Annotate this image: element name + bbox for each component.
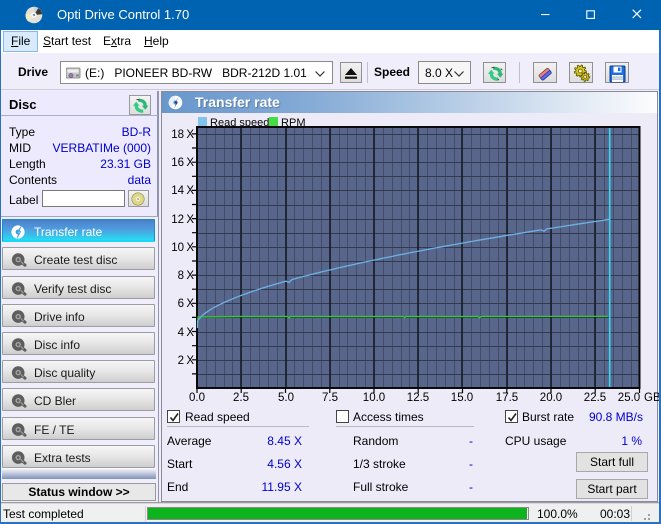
- svg-text:12.5: 12.5: [407, 392, 429, 404]
- svg-text:12 X: 12 X: [171, 214, 194, 226]
- svg-text:2 X: 2 X: [178, 355, 195, 367]
- svg-text:8 X: 8 X: [178, 270, 195, 282]
- svg-text:14 X: 14 X: [171, 185, 194, 197]
- svg-text:25.0: 25.0: [618, 392, 640, 404]
- svg-text:6 X: 6 X: [178, 298, 195, 310]
- svg-text:15.0: 15.0: [451, 392, 473, 404]
- svg-text:22.5: 22.5: [584, 392, 606, 404]
- svg-text:10.0: 10.0: [363, 392, 385, 404]
- svg-text:17.5: 17.5: [496, 392, 518, 404]
- svg-text:7.5: 7.5: [322, 392, 338, 404]
- svg-text:16 X: 16 X: [171, 157, 194, 169]
- svg-text:5.0: 5.0: [278, 392, 294, 404]
- svg-text:0.0: 0.0: [189, 392, 205, 404]
- svg-text:20.0: 20.0: [540, 392, 562, 404]
- svg-text:4 X: 4 X: [178, 327, 195, 339]
- svg-text:18 X: 18 X: [171, 129, 194, 141]
- svg-text:10 X: 10 X: [171, 242, 194, 254]
- svg-text:2.5: 2.5: [233, 392, 249, 404]
